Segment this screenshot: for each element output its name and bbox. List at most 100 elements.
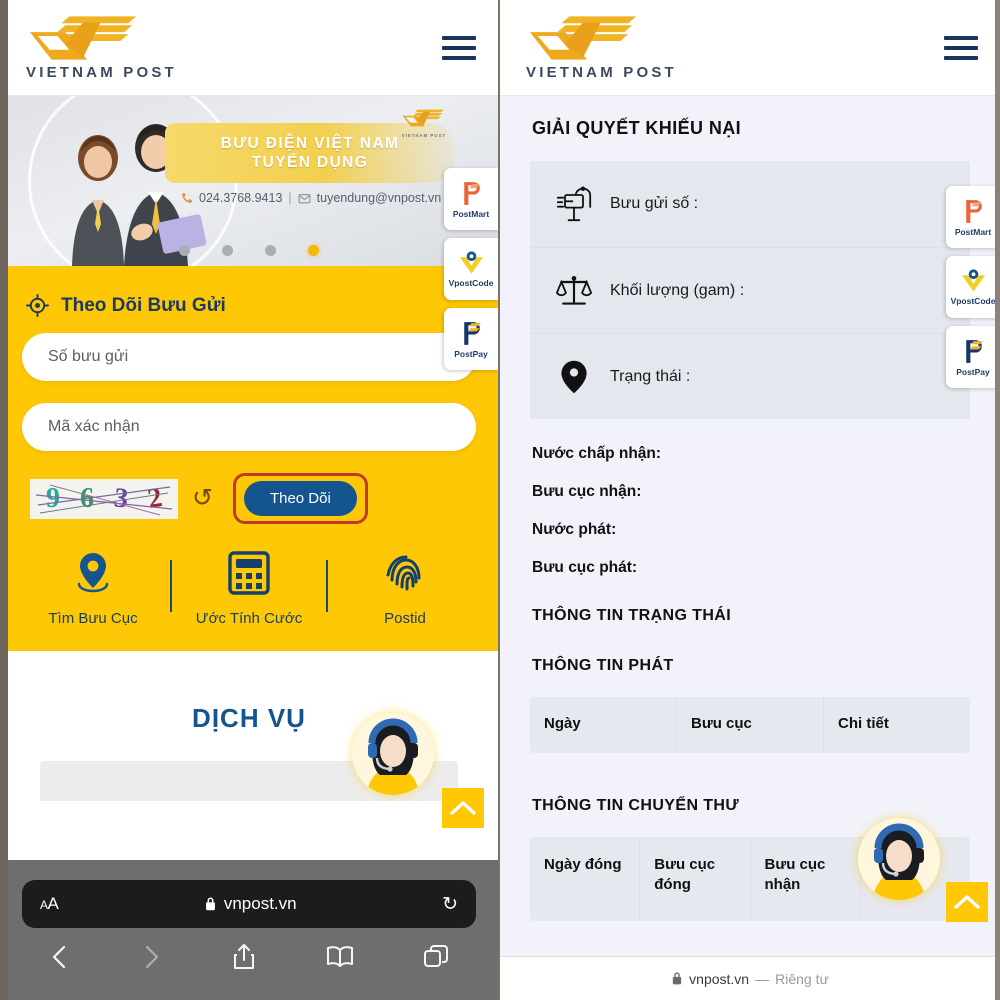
field-office-deliver: Bưu cục phát: <box>532 559 638 576</box>
carousel-dot-3[interactable] <box>265 245 276 256</box>
info-label-weight: Khối lượng (gam) : <box>610 281 745 299</box>
badge-postpay[interactable]: PostPay <box>444 308 498 370</box>
safari-url-display[interactable]: vnpost.vn <box>204 894 297 914</box>
badge-label-postpay: PostPay <box>454 348 488 359</box>
info-row-status: Trạng thái : <box>530 333 970 419</box>
carousel-dot-4-active[interactable] <box>308 245 319 256</box>
vietnam-post-logo[interactable]: VIETNAM POST <box>26 14 177 81</box>
parcel-number-input[interactable] <box>48 348 450 366</box>
captcha-answer-input[interactable] <box>48 418 450 436</box>
footer-dash: — <box>755 970 770 987</box>
badge-label-postmart-right: PostMart <box>954 226 992 237</box>
scroll-to-top-button-right[interactable] <box>946 882 988 922</box>
banner-phone: 024.3768.9413 <box>199 191 283 205</box>
quick-divider-1 <box>170 560 172 612</box>
carousel-dots[interactable] <box>0 245 498 256</box>
badge-vpostcode[interactable]: VpostCode <box>444 238 498 300</box>
carousel-dot-2[interactable] <box>222 245 233 256</box>
transfer-col-receive-office-1: Bưu cục nhận <box>751 837 861 921</box>
badge-postmart[interactable]: PostMart <box>444 168 498 230</box>
hero-banner-carousel[interactable]: BƯU ĐIỆN VIỆT NAM TUYỂN DỤNG 024.3768.94… <box>0 96 498 266</box>
transfer-col-close-date: Ngày đóng <box>530 837 641 921</box>
delivery-col-office: Bưu cục <box>677 697 824 753</box>
page-title: GIẢI QUYẾT KHIẾU NẠI <box>532 118 742 138</box>
right-phone-screenshot: VIETNAM POST GIẢI QUYẾT KHIẾU NẠI Bưu gử… <box>500 0 1000 1000</box>
share-button[interactable] <box>232 943 256 976</box>
hamburger-icon-right[interactable] <box>944 35 978 60</box>
field-country-deliver: Nước phát: <box>532 521 617 538</box>
hamburger-icon[interactable] <box>442 35 476 60</box>
delivery-col-date: Ngày <box>530 697 677 753</box>
vietnam-post-logo-mark <box>29 16 137 60</box>
badge-vpostcode-right[interactable]: VpostCode <box>946 256 1000 318</box>
postpay-icon <box>463 321 481 345</box>
support-chat-avatar-right[interactable] <box>858 818 940 900</box>
info-row-weight: Khối lượng (gam) : <box>530 247 970 333</box>
mail-icon <box>298 193 311 203</box>
reload-icon[interactable]: ↻ <box>442 893 458 916</box>
tracking-section: Theo Dõi Bưu Gửi 9 6 3 2 <box>0 266 498 651</box>
site-header-left: VIETNAM POST <box>0 0 498 96</box>
info-label-parcel-number: Bưu gửi số : <box>610 195 699 212</box>
quick-links-row: Tìm Bưu Cục Ước Tính Cước Postid <box>22 550 476 627</box>
quick-link-label-2: Postid <box>384 610 426 627</box>
vietnam-post-logo-right[interactable]: VIETNAM POST <box>526 14 677 81</box>
banner-contact-line: 024.3768.9413 | tuyendung@vnpost.vn <box>180 191 441 205</box>
screenshot-stage: VIETNAM POST BƯU ĐIỆN VIỆT NAM TUYỂN DỤN… <box>0 0 1000 1000</box>
mailbox-icon <box>556 186 592 222</box>
scroll-to-top-button-left[interactable] <box>442 788 484 828</box>
safari-url-text: vnpost.vn <box>223 894 297 913</box>
quick-link-label-0: Tìm Bưu Cục <box>48 610 138 627</box>
tracking-heading: Theo Dõi Bưu Gửi <box>26 294 476 317</box>
support-agent-avatar-right <box>858 818 940 900</box>
bookmarks-button[interactable] <box>326 945 354 974</box>
banner-mini-wordmark: VIETNAM POST <box>401 133 447 138</box>
forward-button[interactable] <box>140 944 162 975</box>
vpostcode-icon <box>459 251 483 274</box>
text-size-button[interactable]: AAAA <box>40 894 59 914</box>
delivery-col-detail: Chi tiết <box>838 715 889 732</box>
field-office-accept: Bưu cục nhận: <box>532 483 642 500</box>
quick-link-estimate-fee[interactable]: Ước Tính Cước <box>184 550 314 627</box>
field-country-accept: Nước chấp nhận: <box>532 445 662 462</box>
info-label-status: Trạng thái : <box>610 367 691 385</box>
calculator-icon <box>228 551 270 595</box>
captcha-refresh-icon[interactable]: ↻ <box>192 484 213 512</box>
badge-label-vpostcode-right: VpostCode <box>950 296 996 306</box>
info-row-parcel-number: Bưu gửi số : <box>530 161 970 247</box>
chevron-up-icon <box>450 801 476 815</box>
scale-icon <box>556 275 592 305</box>
submit-highlight-box: Theo Dõi <box>232 473 368 524</box>
parcel-number-field[interactable] <box>22 333 476 381</box>
quick-link-postid[interactable]: Postid <box>340 550 470 627</box>
carousel-dot-1[interactable] <box>179 245 190 256</box>
support-chat-avatar-left[interactable] <box>352 713 434 795</box>
tabs-button[interactable] <box>423 944 449 975</box>
support-agent-avatar <box>352 713 434 795</box>
footer-url: vnpost.vn <box>689 970 750 987</box>
footer-privacy-label: Riêng tư <box>775 970 829 987</box>
right-device-bezel <box>995 0 1000 1000</box>
parcel-info-card: Bưu gửi số : Khối lượng (gam) : Trạng th… <box>530 161 970 419</box>
delivery-table-header: Ngày Bưu cục Chi tiết <box>530 697 970 753</box>
quick-link-find-office[interactable]: Tìm Bưu Cục <box>28 550 158 627</box>
back-button[interactable] <box>49 944 71 975</box>
side-app-badges-left: PostMart VpostCode PostPay <box>444 168 498 370</box>
lock-icon-footer <box>672 972 682 985</box>
captcha-answer-field[interactable] <box>22 403 476 451</box>
badge-label-vpostcode: VpostCode <box>448 278 494 288</box>
parcel-fields-list: Nước chấp nhận: Bưu cục nhận: Nước phát:… <box>500 419 1000 577</box>
site-header-right: VIETNAM POST <box>500 0 1000 96</box>
safari-toolbar <box>0 928 498 990</box>
badge-postpay-right[interactable]: PostPay <box>946 326 1000 388</box>
safari-address-bar[interactable]: AAAA vnpost.vn ↻ <box>22 880 476 928</box>
crosshair-icon <box>26 294 49 317</box>
safari-page-footer: vnpost.vn — Riêng tư <box>500 956 1000 1000</box>
badge-label-postmart: PostMart <box>452 208 490 219</box>
lock-icon <box>205 897 215 911</box>
postpay-icon-right <box>965 339 983 363</box>
track-submit-button[interactable]: Theo Dõi <box>243 481 357 516</box>
section-status-info: THÔNG TIN TRẠNG THÁI <box>532 607 732 624</box>
badge-postmart-right[interactable]: PostMart <box>946 186 1000 248</box>
captcha-image: 9 6 3 2 <box>30 478 178 519</box>
